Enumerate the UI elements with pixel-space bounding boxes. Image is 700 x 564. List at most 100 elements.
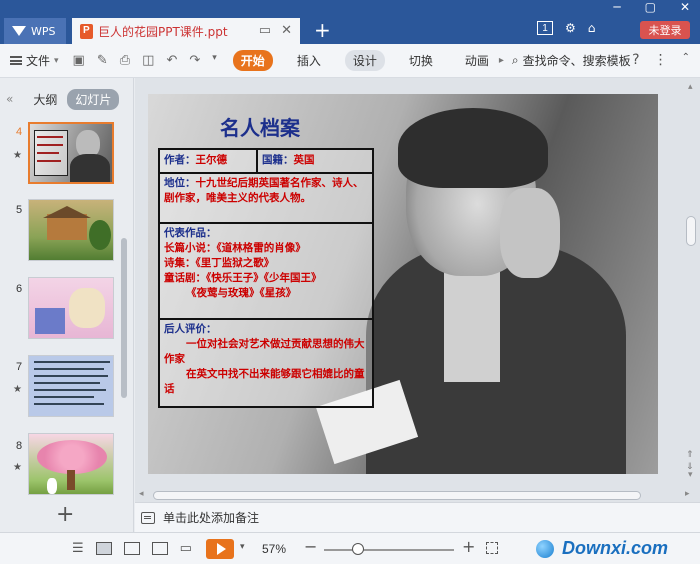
search-command-label: 查找命令、搜索模板 [522,54,631,68]
evaluation-label: 后人评价： [164,323,217,335]
table-row: 后人评价： 一位对社会对艺术做过贡献思想的伟大作家 在英文中找不出来能够跟它相媲… [160,320,372,406]
play-slideshow-button[interactable] [206,539,234,559]
slide-number: 8 [16,440,23,452]
tab-scroll-right-icon[interactable]: ▸ [499,55,504,66]
works-item: 《夜莺与玫瑰》《星孩》 [186,287,297,299]
minimize-icon[interactable]: ─ [613,0,620,14]
works-item: 童话剧：《快乐王子》《少年国王》 [164,272,322,284]
next-slide-icon[interactable]: ⇓ [686,462,694,472]
tab-insert[interactable]: 插入 [289,50,329,71]
horizontal-scroll-thumb[interactable] [153,491,641,500]
slide-thumbnail-5[interactable] [28,199,114,261]
previous-slide-icon[interactable]: ⇑ [686,450,694,460]
customize-icon[interactable]: ▾ [212,53,217,68]
wps-home-tab[interactable]: WPS [4,18,66,44]
zoom-slider-handle[interactable] [352,543,364,555]
tab-animation[interactable]: 动画 [457,50,497,71]
tab-home[interactable]: 开始 [232,50,273,71]
zoom-slider-track[interactable] [324,549,454,551]
scroll-right-icon[interactable]: ▸ [685,489,690,499]
window-count-badge[interactable]: 1 [537,21,553,35]
table-row: 地位：十九世纪后期英国著名作家、诗人、剧作家，唯美主义的代表人物。 [160,174,372,224]
document-tab[interactable]: 巨人的花园PPT课件.ppt ▭ ✕ [72,18,300,44]
profile-table[interactable]: 作者：王尔德 国籍：英国 地位：十九世纪后期英国著名作家、诗人、剧作家，唯美主义… [158,148,374,408]
gift-icon[interactable]: ⌂ [588,21,596,35]
portrait-hand [500,188,560,278]
add-slide-button[interactable]: + [56,502,74,527]
tab-outline[interactable]: 大纲 [33,91,57,108]
notes-pane[interactable]: 单击此处添加备注 [135,502,700,532]
notes-icon [141,511,155,524]
portrait-hair [398,108,548,188]
tab-slides[interactable]: 幻灯片 [67,88,120,110]
nation-label: 国籍： [262,154,294,166]
slide-sorter-icon[interactable] [123,542,140,555]
zoom-in-button[interactable]: + [462,537,475,556]
close-window-icon[interactable]: ✕ [680,0,690,14]
position-label: 地位： [164,177,196,189]
file-menu[interactable]: 文件 ▾ [10,52,59,69]
search-command[interactable]: ⌕ 查找命令、搜索模板 [512,52,631,69]
animation-star-icon: ★ [13,462,22,473]
undo-icon[interactable]: ↶ [166,53,177,68]
status-bar: ☰ ▭ ▾ 57% − + Downxi.com [0,532,700,564]
print-icon[interactable]: ⎙ [120,53,130,68]
collapse-ribbon-icon[interactable]: ⌃ [682,52,690,68]
close-tab-icon[interactable]: ✕ [281,23,292,38]
zoom-level[interactable]: 57% [262,542,286,556]
tab-transition[interactable]: 切换 [401,50,441,71]
new-tab-button[interactable]: + [314,19,331,41]
panel-scrollbar[interactable] [121,238,127,398]
table-row: 作者：王尔德 国籍：英国 [160,150,372,174]
maximize-icon[interactable]: ▢ [645,0,656,14]
print-preview-icon[interactable]: ◫ [142,53,154,68]
slide-number: 6 [16,283,23,295]
more-icon[interactable]: ⋮ [654,52,668,68]
nation-value: 英国 [293,154,315,166]
wps-logo-icon [12,26,26,36]
save-icon[interactable]: ▣ [73,53,85,68]
tab-design[interactable]: 设计 [344,50,385,71]
reading-view-icon[interactable] [151,542,168,555]
works-item: 诗集：《里丁监狱之歌》 [164,257,275,269]
scroll-left-icon[interactable]: ◂ [139,489,144,499]
globe-icon [536,539,554,558]
scroll-up-icon[interactable]: ▴ [688,82,693,92]
ppt-file-icon [80,23,93,39]
presenter-view-icon[interactable]: ▭ [180,541,192,556]
vertical-scrollbar[interactable] [686,216,696,246]
format-painter-icon[interactable]: ✎ [97,53,108,68]
skin-icon[interactable]: ⚙ [565,21,576,35]
fit-window-icon[interactable] [486,542,498,554]
slide-thumbnail-4[interactable] [28,122,114,184]
redo-icon[interactable]: ↷ [189,53,200,68]
login-button[interactable]: 未登录 [640,21,690,39]
slide-thumbnail-7[interactable] [28,355,114,417]
document-tab-label: 巨人的花园PPT课件.ppt [98,24,228,39]
slide-canvas[interactable]: 名人档案 作者：王尔德 国籍：英国 地位：十九世纪后期英国著名作家、诗人、剧作家… [148,94,658,474]
slide-number: 7 [16,361,23,373]
slide-thumbnail-6[interactable] [28,277,114,339]
horizontal-scrollbar[interactable]: ◂ ▸ [135,488,700,502]
chevron-down-icon: ▾ [54,55,59,66]
slide-number: 5 [16,204,23,216]
portrait-shirt [444,262,500,382]
slide-number: 4 [16,126,23,138]
works-item: 长篇小说：《道林格雷的肖像》 [164,242,306,254]
slide-panel: « 大纲 幻灯片 4 ★ 5 6 7 ★ 8 ★ + [0,78,134,532]
normal-view-icon[interactable] [95,542,112,555]
author-value: 王尔德 [195,154,228,166]
slide-title[interactable]: 名人档案 [220,112,300,141]
slide-editor: ▴ 名人档案 作者：王尔德 国籍：英国 地位：十九世纪后期英国著名作家、诗人、剧… [135,78,700,532]
display-icon[interactable]: ▭ [259,23,271,38]
collapse-panel-icon[interactable]: « [6,92,13,106]
play-options-chevron-icon[interactable]: ▾ [240,542,245,552]
slide-thumbnail-8[interactable] [28,433,114,495]
menu-icon [10,56,22,65]
notes-toggle-icon[interactable]: ☰ [72,541,84,556]
notes-placeholder: 单击此处添加备注 [163,511,260,525]
menu-bar: 文件 ▾ ▣ ✎ ⎙ ◫ ↶ ↷ ▾ 开始 插入 设计 切换 动画 ▸ ⌕ 查找… [0,44,700,78]
help-icon[interactable]: ? [632,52,639,68]
zoom-out-button[interactable]: − [304,537,317,556]
search-icon: ⌕ [511,53,519,67]
